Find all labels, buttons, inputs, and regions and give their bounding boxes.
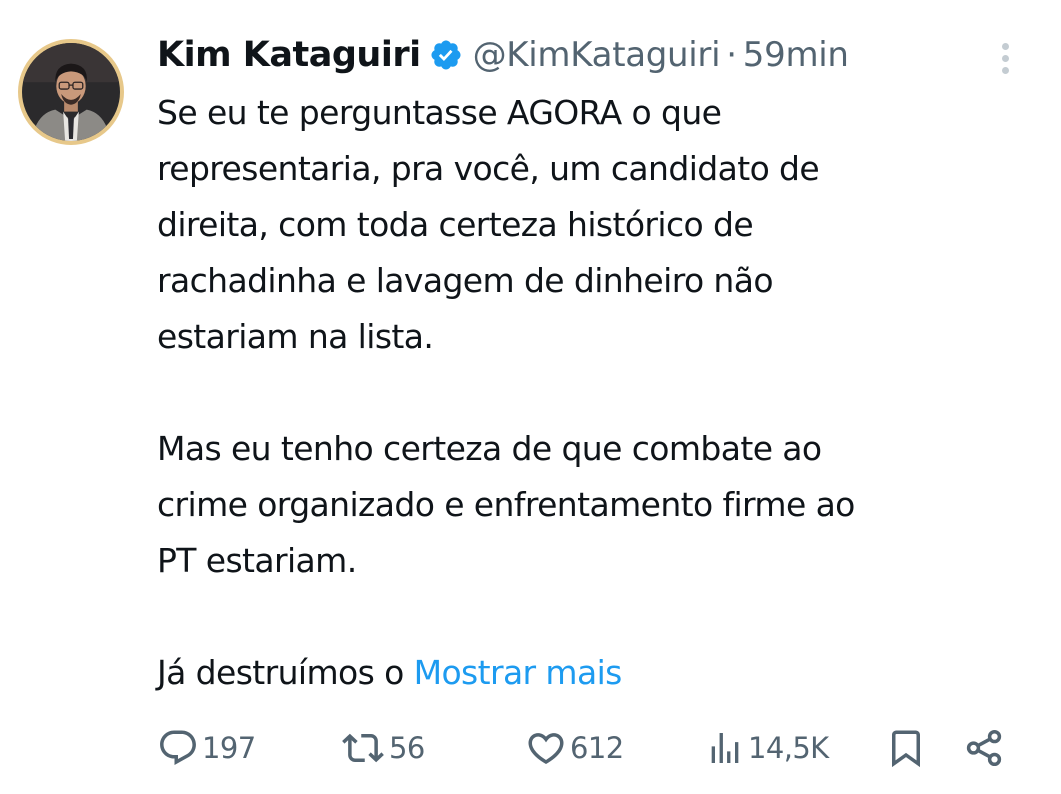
reply-button[interactable]: 197 xyxy=(157,722,256,774)
tweet-header: Kim Kataguiri @KimKataguiri · 59min xyxy=(157,31,849,79)
tweet-actions-bar: 197 56 612 14,5K xyxy=(157,722,1017,774)
tweet-paragraph-3-text: Já destruímos o xyxy=(157,653,414,692)
more-dot xyxy=(1001,66,1009,74)
author-display-name[interactable]: Kim Kataguiri xyxy=(157,35,421,75)
bookmark-icon xyxy=(885,727,927,769)
views-chart-icon xyxy=(705,727,745,769)
tweet-card[interactable]: Kim Kataguiri @KimKataguiri · 59min Se e… xyxy=(0,0,1061,794)
tweet-timestamp[interactable]: 59min xyxy=(743,35,849,75)
tweet-paragraph-2: Mas eu tenho certeza de que combate ao c… xyxy=(157,429,855,580)
reply-icon xyxy=(157,727,199,769)
verified-badge-icon xyxy=(429,38,463,72)
more-vertical-icon xyxy=(1001,42,1009,50)
retweet-icon xyxy=(340,727,386,769)
header-separator: · xyxy=(726,35,737,75)
heart-icon xyxy=(525,727,567,769)
views-button[interactable]: 14,5K xyxy=(705,722,829,774)
like-button[interactable]: 612 xyxy=(525,722,624,774)
more-dot xyxy=(1001,54,1009,62)
profile-photo-icon xyxy=(22,43,120,141)
views-count: 14,5K xyxy=(748,731,829,765)
like-count: 612 xyxy=(570,731,624,765)
share-button[interactable] xyxy=(963,722,1005,774)
tweet-paragraph-3: Já destruímos o Mostrar mais xyxy=(157,645,1037,701)
author-handle[interactable]: @KimKataguiri xyxy=(473,35,721,75)
tweet-paragraph-1: Se eu te perguntasse AGORA o que represe… xyxy=(157,93,820,356)
avatar[interactable] xyxy=(18,39,124,145)
show-more-link[interactable]: Mostrar mais xyxy=(414,653,623,692)
retweet-count: 56 xyxy=(389,731,425,765)
retweet-button[interactable]: 56 xyxy=(340,722,425,774)
reply-count: 197 xyxy=(202,731,256,765)
more-options-button[interactable] xyxy=(990,38,1020,78)
share-icon xyxy=(963,727,1005,769)
bookmark-button[interactable] xyxy=(885,722,927,774)
tweet-text: Se eu te perguntasse AGORA o que represe… xyxy=(157,85,1037,701)
